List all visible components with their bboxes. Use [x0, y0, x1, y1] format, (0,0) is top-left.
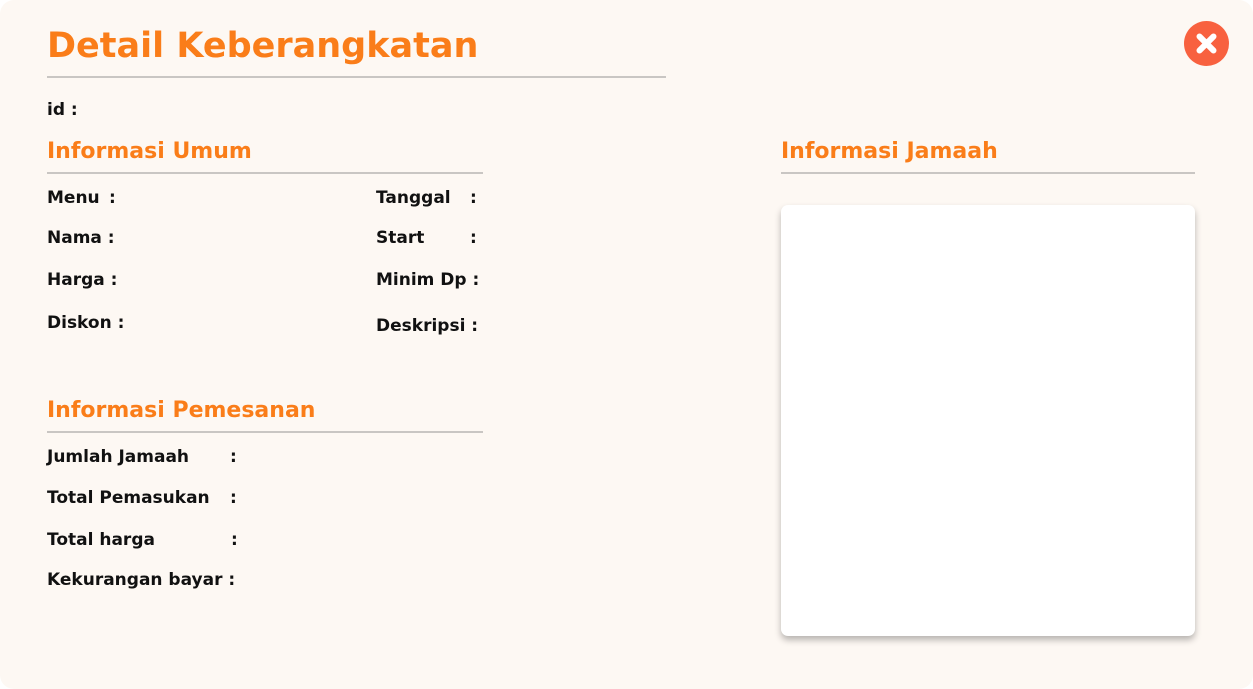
tanggal-colon: :: [470, 188, 477, 208]
page-title: Detail Keberangkatan: [47, 26, 479, 66]
start-colon: :: [470, 228, 477, 248]
title-divider: [47, 76, 666, 78]
close-x-icon: [1196, 33, 1217, 54]
menu-colon: :: [109, 188, 116, 208]
total-pemasukan-colon: :: [230, 488, 237, 508]
tanggal-label: Tanggal: [376, 188, 451, 208]
section-title-pemesanan: Informasi Pemesanan: [47, 398, 316, 423]
total-harga-colon: :: [231, 530, 238, 550]
section-divider-pemesanan: [47, 431, 483, 433]
total-pemasukan-label: Total Pemasukan: [47, 488, 210, 508]
jamaah-list-panel[interactable]: [781, 205, 1195, 636]
section-divider-jamaah: [781, 172, 1195, 174]
id-label: id :: [47, 100, 78, 120]
harga-label: Harga :: [47, 270, 118, 290]
section-divider-umum: [47, 172, 483, 174]
kekurangan-bayar-label: Kekurangan bayar :: [47, 570, 236, 590]
total-harga-label: Total harga: [47, 530, 155, 550]
jumlah-jamaah-label: Jumlah Jamaah: [47, 447, 190, 467]
detail-modal: Detail Keberangkatan id : Informasi Umum…: [0, 0, 1253, 689]
nama-label: Nama :: [47, 228, 115, 248]
diskon-label: Diskon :: [47, 313, 125, 333]
section-title-umum: Informasi Umum: [47, 139, 252, 164]
start-label: Start: [376, 228, 425, 248]
section-title-jamaah: Informasi Jamaah: [781, 139, 998, 164]
menu-label: Menu: [47, 188, 100, 208]
jumlah-jamaah-colon: :: [230, 447, 237, 467]
deskripsi-label: Deskripsi :: [376, 316, 479, 336]
close-button[interactable]: [1184, 21, 1229, 66]
minim-dp-label: Minim Dp :: [376, 270, 480, 290]
